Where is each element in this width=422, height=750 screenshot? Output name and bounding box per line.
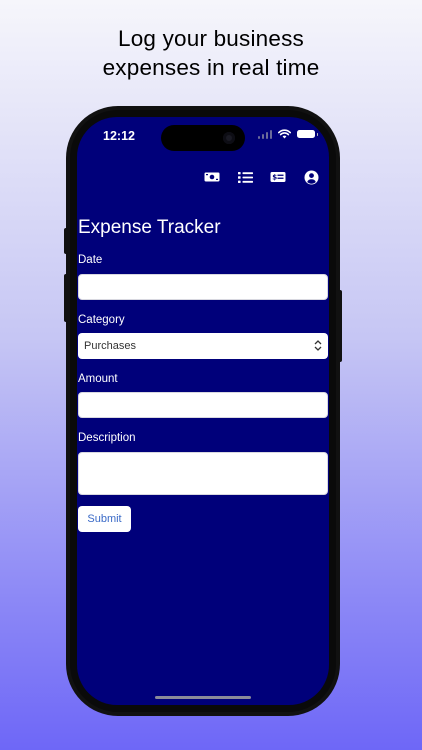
dynamic-island bbox=[161, 125, 245, 151]
description-field[interactable] bbox=[78, 452, 328, 495]
svg-text:$: $ bbox=[272, 174, 277, 182]
cellular-signal-icon bbox=[258, 129, 272, 139]
phone-mute-button bbox=[64, 228, 68, 254]
category-label: Category bbox=[78, 314, 125, 326]
amount-field[interactable] bbox=[78, 392, 328, 418]
description-label: Description bbox=[78, 432, 136, 444]
phone-power-button bbox=[338, 290, 342, 362]
home-indicator[interactable] bbox=[155, 696, 251, 699]
status-indicators bbox=[258, 129, 318, 139]
status-time: 12:12 bbox=[103, 129, 135, 143]
wifi-icon bbox=[278, 129, 291, 139]
submit-button[interactable]: Submit bbox=[78, 506, 131, 532]
date-field[interactable] bbox=[78, 274, 328, 300]
category-selected-value: Purchases bbox=[84, 340, 136, 352]
promo-headline: Log your business expenses in real time bbox=[0, 24, 422, 82]
chevron-updown-icon bbox=[314, 340, 322, 351]
category-select[interactable]: Purchases bbox=[78, 333, 328, 359]
dollar-card-icon[interactable]: $ bbox=[270, 169, 286, 185]
list-icon[interactable] bbox=[237, 169, 253, 185]
app-screen: 12:12 $ Expense Tracker Date Category Pu… bbox=[77, 117, 329, 705]
phone-volume-up-button bbox=[64, 274, 68, 322]
account-icon[interactable] bbox=[303, 169, 319, 185]
amount-label: Amount bbox=[78, 373, 118, 385]
promo-headline-line-1: Log your business bbox=[117, 26, 304, 51]
battery-icon bbox=[297, 130, 318, 138]
camera-icon bbox=[223, 132, 235, 144]
promo-headline-line-2: expenses in real time bbox=[102, 55, 320, 80]
top-navbar: $ bbox=[204, 169, 319, 185]
page-title: Expense Tracker bbox=[78, 217, 221, 238]
cash-icon[interactable] bbox=[204, 169, 220, 185]
date-label: Date bbox=[78, 254, 103, 266]
